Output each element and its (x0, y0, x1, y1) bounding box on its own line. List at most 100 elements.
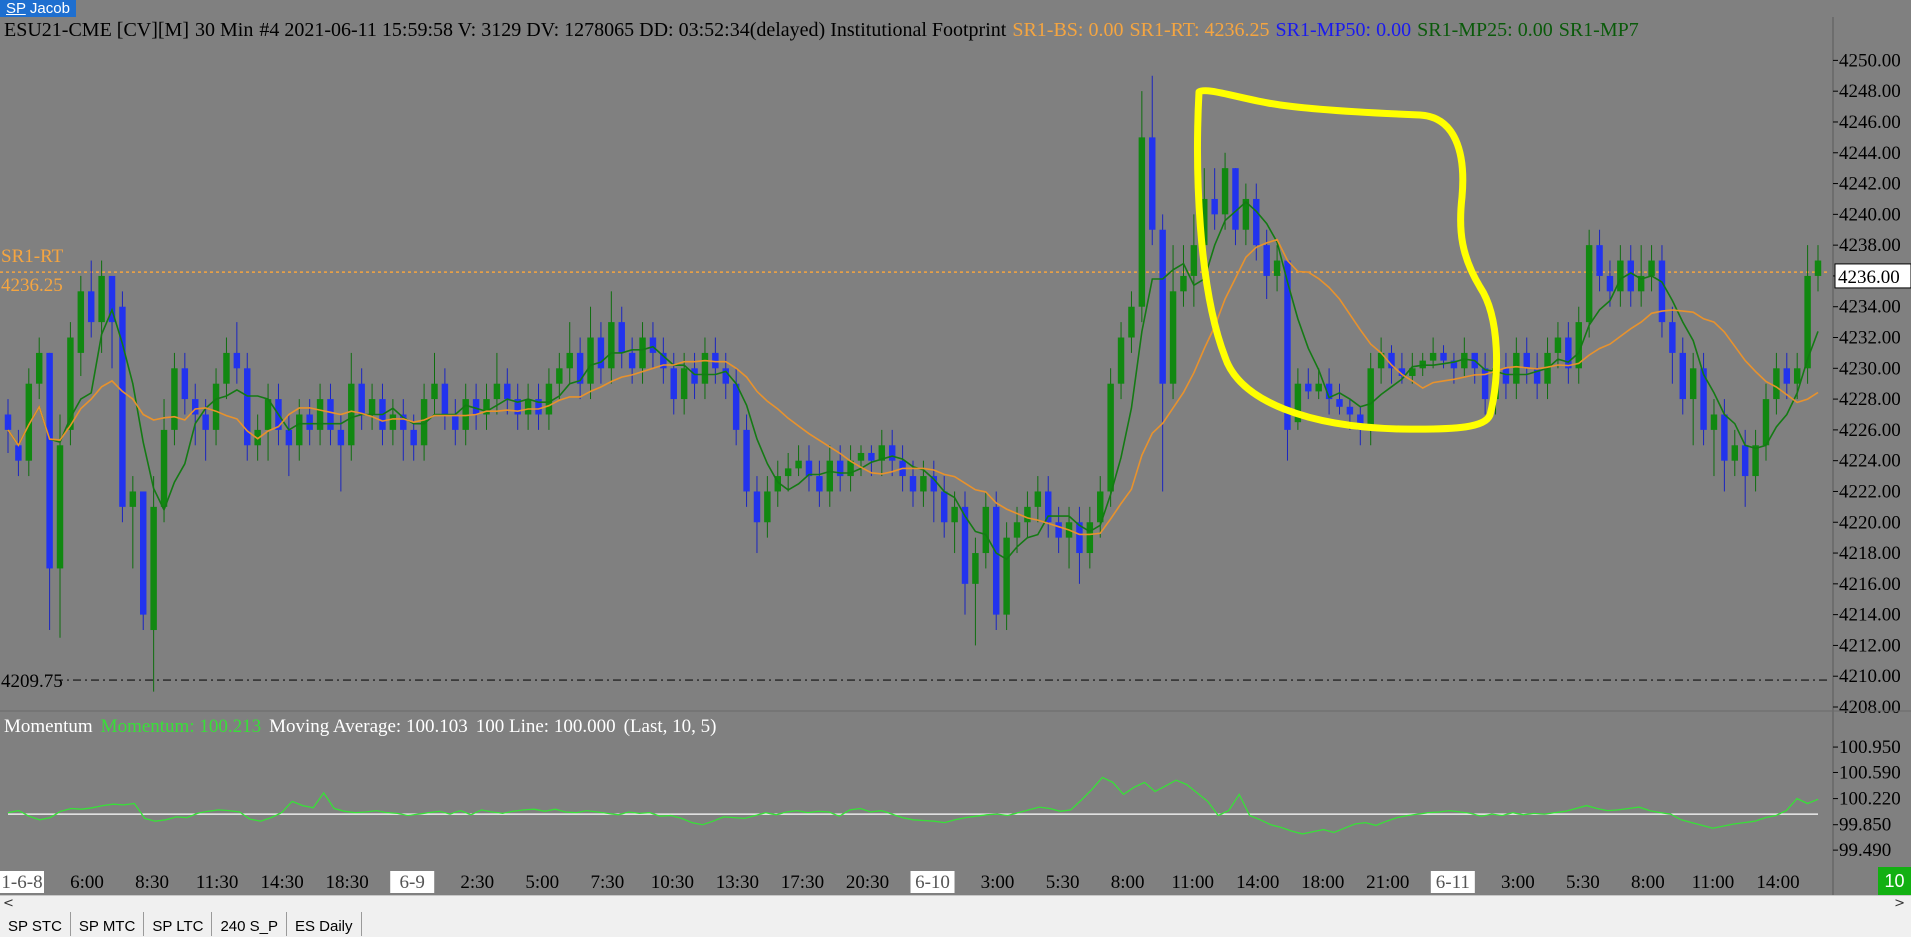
momentum-tick-label: 100.950 (1839, 737, 1901, 758)
momentum-tick-label: 100.590 (1839, 762, 1901, 783)
price-tick-label: 4212.00 (1839, 635, 1901, 656)
candle-up (1793, 368, 1801, 384)
bar-info: #4 2021-06-11 15:59:58 V: 3129 DV: 12780… (259, 19, 1007, 41)
candle-up (389, 414, 397, 430)
candle-up (701, 352, 709, 384)
candle-up (296, 414, 303, 446)
candle-up (493, 383, 501, 400)
price-tick-label: 4208.00 (1839, 697, 1901, 718)
candle-up (1128, 306, 1135, 338)
price-tick-label: 4214.00 (1839, 605, 1901, 626)
candle-down (1232, 168, 1239, 230)
candle-down (753, 491, 761, 523)
candle-up (857, 452, 865, 461)
candle-down (940, 491, 948, 523)
time-label: 5:30 (1046, 872, 1080, 893)
price-tick-label: 4250.00 (1839, 50, 1901, 71)
price-tick-label: 4244.00 (1839, 143, 1901, 164)
candle-down (1679, 352, 1686, 400)
candle-down (87, 291, 95, 323)
candle-up (795, 460, 802, 469)
scroll-right-icon[interactable]: > (1894, 896, 1905, 912)
candle-up (1138, 137, 1146, 307)
time-label: 3:00 (981, 872, 1015, 893)
candle-down (732, 383, 740, 430)
price-tick-label: 4216.00 (1839, 574, 1901, 595)
candle-up (764, 491, 771, 523)
time-label: 18:00 (1301, 872, 1344, 893)
candle-down (181, 368, 189, 400)
tab-sp-mtc[interactable]: SP MTC (71, 912, 145, 936)
candle-down (1149, 137, 1156, 230)
candle-down (712, 352, 719, 369)
candle-down (441, 383, 449, 415)
candle-up (1117, 337, 1125, 384)
candle-up (1731, 445, 1739, 461)
candle-down (337, 429, 345, 446)
time-label: 17:30 (781, 872, 824, 893)
time-label: 14:00 (1236, 872, 1279, 893)
candle-up (1513, 352, 1520, 384)
current-price-label: 4236.00 (1838, 267, 1900, 288)
candle-up (1773, 368, 1780, 400)
price-tick-label: 4240.00 (1839, 204, 1901, 225)
sr1-mp50-label: SR1-MP50: 0.00 (1275, 19, 1412, 41)
candle-up (784, 468, 792, 477)
candle-down (1658, 260, 1666, 323)
candle-up (171, 368, 178, 430)
tab-sp-ltc[interactable]: SP LTC (144, 912, 213, 936)
trading-chart-window: SP Jacob 4250.00 4248.00 4246.00 4244.00 424… (0, 0, 1911, 937)
candle-up (545, 383, 553, 415)
candle-down (1783, 368, 1791, 384)
candle-up (556, 368, 563, 384)
time-label: 14:00 (1756, 872, 1799, 893)
time-label: 2:30 (460, 872, 494, 893)
time-label: 11:30 (196, 872, 239, 893)
horizontal-scrollbar[interactable]: < > (0, 895, 1911, 912)
candle-down (1211, 198, 1218, 215)
candle-down (1055, 522, 1062, 538)
price-tick-label: 4248.00 (1839, 81, 1901, 102)
candle-down (888, 445, 896, 461)
candle-down (1253, 198, 1260, 246)
time-label: 13:30 (716, 872, 759, 893)
candle-up (920, 476, 927, 492)
candle-up (1648, 260, 1655, 276)
tab-es-daily[interactable]: ES Daily (287, 912, 362, 936)
candle-up (1180, 275, 1187, 292)
candle-up (826, 460, 834, 492)
candle-up (1107, 383, 1114, 492)
price-chart[interactable]: 4250.00 4248.00 4246.00 4244.00 4242.00 4240.… (0, 17, 1911, 895)
candle-down (358, 383, 365, 415)
candle-down (1741, 445, 1749, 477)
time-label: 6:00 (70, 872, 104, 893)
candle-down (1627, 260, 1634, 292)
candle-down (1159, 229, 1166, 384)
time-label: 8:00 (1111, 872, 1145, 893)
tab-240-sp[interactable]: 240 S_P (212, 912, 287, 936)
scroll-left-icon[interactable]: < (3, 896, 14, 912)
date-label: 6-10 (915, 872, 950, 893)
candle-up (524, 399, 532, 415)
chart-title-tab[interactable]: SP Jacob (0, 0, 76, 17)
candle-down (244, 368, 251, 446)
candle-up (1169, 291, 1177, 384)
candle-up (680, 368, 688, 400)
candle-up (348, 383, 355, 446)
candle-up (150, 506, 157, 631)
momentum-line (7, 776, 1819, 835)
momentum-100-line: 100 Line: 100.000 (475, 716, 616, 737)
candle-down (576, 352, 584, 384)
candle-up (160, 429, 168, 507)
candle-up (77, 291, 85, 353)
candle-up (1034, 491, 1042, 507)
candle-down (909, 476, 917, 492)
candle-down (504, 383, 511, 400)
price-tick-label: 4226.00 (1839, 420, 1901, 441)
tab-sp-stc[interactable]: SP STC (0, 912, 71, 936)
time-label: 20:30 (846, 872, 889, 893)
time-label: 8:00 (1631, 872, 1665, 893)
candle-up (462, 399, 469, 430)
sr1-mp25-label: SR1-MP25: 0.00 (1417, 19, 1553, 41)
candle-down (472, 399, 480, 415)
